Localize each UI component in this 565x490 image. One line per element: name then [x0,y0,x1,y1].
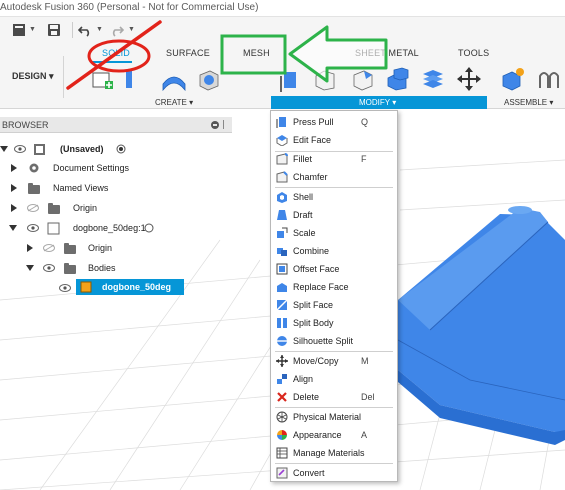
expand-icon[interactable] [27,244,33,252]
shell-icon [277,192,287,203]
browser-item-bodies[interactable]: Bodies [0,260,232,276]
press-pull-icon [276,117,286,128]
draft-icon [277,210,287,220]
browser-item-label: dogbone_50deg:1 [73,223,146,233]
menu-item-scale[interactable]: Scale [271,224,397,242]
browser-item-body-selected[interactable]: dogbone_50deg [76,279,184,295]
menu-item-move-copy[interactable]: Move/Copy M [271,352,397,370]
browser-item-label: Origin [88,243,113,253]
split-body-icon [277,318,287,328]
collapse-browser-dash [213,124,217,126]
menu-item-press-pull[interactable]: Press Pull Q [271,113,397,131]
browser-item-label: Named Views [53,183,109,193]
folder-icon [64,263,76,274]
visibility-eye-icon[interactable] [43,264,55,272]
browser-item-component[interactable]: dogbone_50deg:1 [0,220,232,236]
menu-item-combine[interactable]: Combine [271,242,397,260]
collapse-icon[interactable] [9,225,17,231]
component-icon [47,222,60,235]
menu-item-draft[interactable]: Draft [271,206,397,224]
pin-browser-icon[interactable] [223,120,224,129]
menu-item-align[interactable]: Align [271,370,397,388]
split-face-icon [276,299,288,311]
hidden-eye-icon[interactable] [27,204,39,212]
browser-item-label: Bodies [88,263,116,273]
hidden-eye-icon[interactable] [43,244,55,252]
menu-item-physical-material[interactable]: Physical Material [271,408,397,426]
body-icon [80,281,92,293]
activate-radio-icon[interactable] [116,144,126,154]
expand-root-icon[interactable] [0,146,8,152]
menu-item-replace-face[interactable]: Replace Face [271,278,397,296]
delete-icon [277,392,287,402]
browser-item-component-origin[interactable]: Origin [0,240,232,256]
browser-item-named-views[interactable]: Named Views [0,180,232,196]
move-copy-icon [276,355,288,367]
menu-item-silhouette-split[interactable]: Silhouette Split [271,332,397,350]
expand-icon[interactable] [11,164,17,172]
appearance-icon [277,430,287,440]
expand-icon[interactable] [11,184,17,192]
browser-item-label: dogbone_50deg [102,282,172,292]
dogbone-body[interactable] [397,206,565,445]
menu-item-fillet[interactable]: Fillet F [271,150,397,168]
browser-panel-header[interactable]: BROWSER [0,117,232,133]
combine-icon [277,248,287,256]
scale-icon [277,227,288,238]
browser-item-label: Document Settings [53,163,130,173]
menu-item-convert[interactable]: Convert [271,464,397,482]
convert-icon [276,467,288,479]
browser-item-origin[interactable]: Origin [0,200,232,216]
folder-icon [48,203,60,214]
menu-item-offset-face[interactable]: Offset Face [271,260,397,278]
visibility-eye-icon[interactable] [59,284,71,292]
document-icon [34,144,45,155]
activate-radio-icon[interactable] [144,223,154,233]
expand-icon[interactable] [11,204,17,212]
fillet-icon [276,153,288,165]
physical-material-icon [276,411,288,423]
visibility-eye-icon[interactable] [14,145,26,153]
menu-item-delete[interactable]: Delete Del [271,388,397,406]
menu-item-shell[interactable]: Shell [271,188,397,206]
align-icon [277,374,287,384]
menu-item-appearance[interactable]: Appearance A [271,426,397,444]
menu-item-split-face[interactable]: Split Face [271,296,397,314]
root-document-name: (Unsaved) [60,144,104,154]
edit-face-icon [276,135,288,146]
browser-item-label: Origin [73,203,98,213]
menu-item-split-body[interactable]: Split Body [271,314,397,332]
replace-face-icon [277,283,287,292]
browser-title: BROWSER [2,120,49,130]
menu-item-manage-materials[interactable]: Manage Materials [271,444,397,462]
modify-dropdown-menu: Press Pull Q Edit Face Fillet F Chamfer … [270,110,398,482]
menu-item-chamfer[interactable]: Chamfer [271,168,397,186]
manage-materials-icon [276,447,288,459]
folder-icon [64,243,76,254]
visibility-eye-icon[interactable] [27,224,39,232]
browser-root-row[interactable]: (Unsaved) [0,141,232,157]
menu-item-edit-face[interactable]: Edit Face [271,131,397,149]
collapse-icon[interactable] [26,265,34,271]
folder-icon [28,183,40,194]
silhouette-split-icon [277,336,287,346]
browser-item-document-settings[interactable]: Document Settings [0,160,232,176]
chamfer-icon [276,171,288,183]
gear-icon [29,163,39,173]
offset-face-icon [276,263,288,275]
